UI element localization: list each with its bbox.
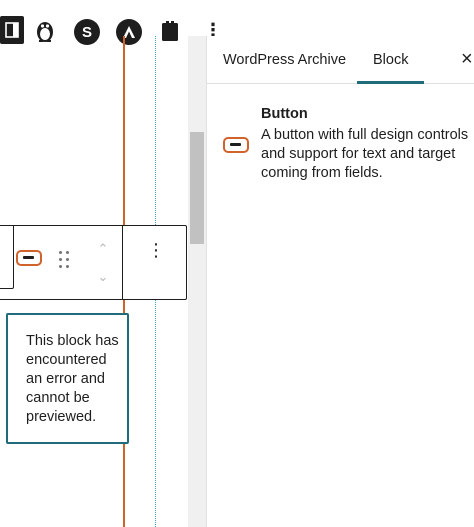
close-sidebar-button[interactable]: × [461, 48, 473, 70]
penguin-icon [37, 22, 53, 42]
block-card-title: Button [261, 106, 308, 122]
tab-label: Block [373, 52, 409, 68]
tab-label: WordPress Archive [223, 52, 347, 68]
panel-toggle-icon [5, 22, 19, 38]
move-up-button[interactable]: ⌃ [95, 242, 111, 256]
tab-wordpress-archive[interactable]: WordPress Archive [223, 36, 346, 84]
select-parent-button[interactable] [0, 226, 14, 289]
canvas-scrollbar[interactable] [188, 36, 206, 527]
tab-block[interactable]: Block [357, 36, 425, 84]
s-logo-button[interactable]: S [74, 19, 100, 45]
panel-toggle-button[interactable] [0, 16, 24, 44]
sidebar-tabs: WordPress Archive Block × [207, 36, 474, 84]
block-options-button[interactable]: ⋮ [147, 241, 165, 276]
chevron-down-icon: ⌄ [97, 269, 109, 284]
block-toolbar: ⌃ ⌄ ⋮ [0, 225, 187, 300]
drag-handle-icon[interactable] [59, 251, 71, 271]
block-error-message: This block has encountered an error and … [26, 333, 119, 425]
settings-sidebar: WordPress Archive Block × Button A butto… [206, 36, 474, 527]
move-down-button[interactable]: ⌄ [95, 270, 111, 284]
s-logo-icon: S [81, 23, 92, 41]
astra-button[interactable] [116, 19, 142, 45]
block-error-placeholder[interactable]: This block has encountered an error and … [6, 313, 129, 444]
toolbar-divider [122, 226, 123, 299]
block-type-button-icon[interactable] [16, 250, 42, 266]
close-icon: × [461, 48, 473, 70]
block-card-description: A button with full design controls and s… [261, 127, 469, 181]
clipboard-icon [162, 21, 178, 41]
button-block-icon [223, 137, 249, 153]
chevron-up-icon: ⌃ [97, 241, 109, 256]
vertical-dots-icon: ⋮ [147, 240, 165, 260]
scrollbar-thumb[interactable] [190, 132, 204, 244]
clipboard-button[interactable] [160, 19, 180, 43]
penguin-button[interactable] [34, 18, 56, 44]
